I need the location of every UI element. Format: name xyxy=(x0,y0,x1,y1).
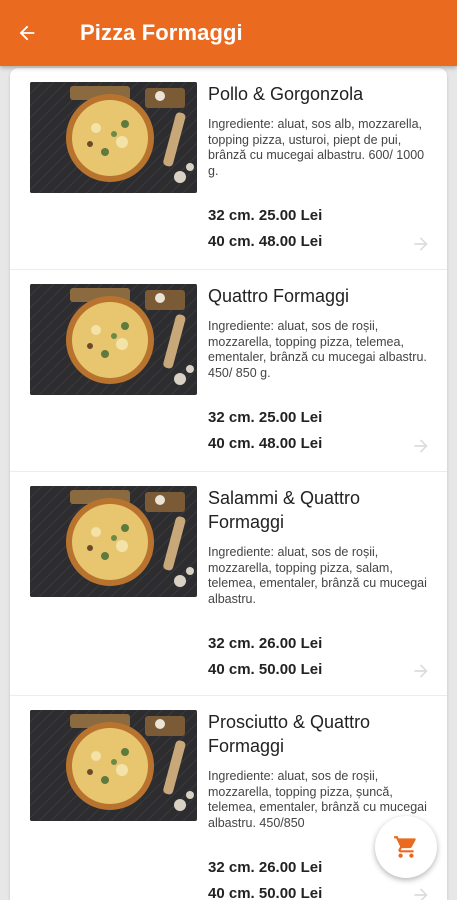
pizza-image xyxy=(30,284,197,395)
price-large: 40 cm. 48.00 Lei xyxy=(208,233,323,250)
item-description: Ingrediente: aluat, sos alb, mozzarella,… xyxy=(208,117,425,178)
price-small: 32 cm. 26.00 Lei xyxy=(208,859,323,876)
arrow-right-icon[interactable] xyxy=(411,661,431,681)
list-item[interactable]: Quattro Formaggi Ingrediente: aluat, sos… xyxy=(10,270,447,472)
arrow-left-icon xyxy=(19,25,35,41)
cart-icon xyxy=(394,836,416,858)
arrow-right-icon[interactable] xyxy=(411,436,431,456)
back-button[interactable] xyxy=(0,0,54,66)
price-small: 32 cm. 25.00 Lei xyxy=(208,409,323,426)
price-large: 40 cm. 50.00 Lei xyxy=(208,885,323,900)
menu-list: Pollo & Gorgonzola Ingrediente: aluat, s… xyxy=(10,68,447,900)
item-description: Ingrediente: aluat, sos de roșii, mozzar… xyxy=(208,545,427,606)
price-small: 32 cm. 25.00 Lei xyxy=(208,207,323,224)
item-description: Ingrediente: aluat, sos de roșii, mozzar… xyxy=(208,319,427,380)
arrow-right-icon[interactable] xyxy=(411,885,431,900)
list-item[interactable]: Pollo & Gorgonzola Ingrediente: aluat, s… xyxy=(10,68,447,270)
list-item[interactable]: Salammi & Quattro Formaggi Ingrediente: … xyxy=(10,472,447,696)
page-title: Pizza Formaggi xyxy=(80,20,243,45)
item-name: Pollo & Gorgonzola xyxy=(208,84,364,104)
pizza-image xyxy=(30,710,197,821)
cart-button[interactable] xyxy=(375,816,437,878)
pizza-image xyxy=(30,82,197,193)
item-name: Salammi & Quattro Formaggi xyxy=(208,488,361,532)
price-large: 40 cm. 50.00 Lei xyxy=(208,661,323,678)
list-item[interactable]: Prosciutto & Quattro Formaggi Ingredient… xyxy=(10,696,447,900)
price-small: 32 cm. 26.00 Lei xyxy=(208,635,323,652)
app-bar: Pizza Formaggi xyxy=(0,0,457,66)
price-large: 40 cm. 48.00 Lei xyxy=(208,435,323,452)
arrow-right-icon[interactable] xyxy=(411,234,431,254)
item-name: Prosciutto & Quattro Formaggi xyxy=(208,712,371,756)
pizza-image xyxy=(30,486,197,597)
item-name: Quattro Formaggi xyxy=(208,286,350,306)
